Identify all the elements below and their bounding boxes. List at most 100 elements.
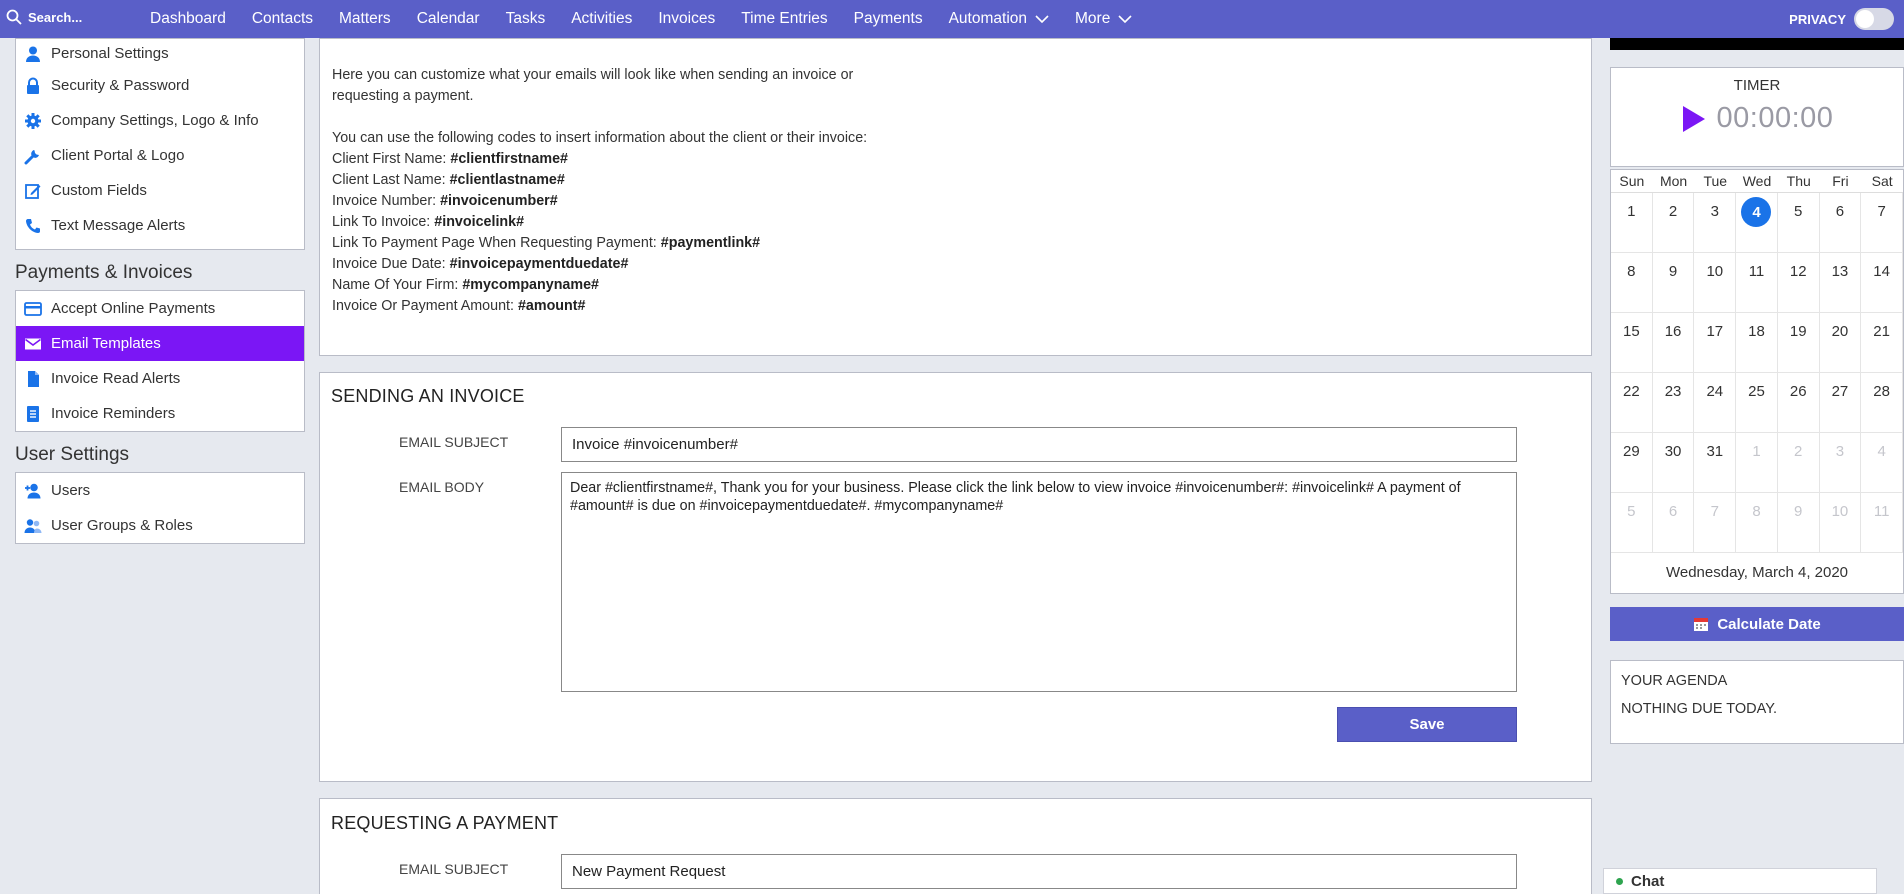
chat-label: Chat [1631,872,1665,890]
calendar-day[interactable]: 10 [1694,253,1737,313]
calendar-day[interactable]: 1 [1736,433,1778,493]
calendar-day[interactable]: 5 [1777,193,1820,253]
calendar-day[interactable]: 2 [1652,193,1695,253]
sidebar-item-users[interactable]: Users [16,473,304,508]
calendar-day-number: 19 [1789,323,1807,340]
weekday-label: Sun [1619,173,1645,189]
sidebar-item-email-templates[interactable]: Email Templates [16,326,304,361]
calendar-day-number: 15 [1623,323,1640,340]
play-icon[interactable] [1681,104,1707,134]
nav-invoices[interactable]: Invoices [658,10,715,28]
add-user-icon [25,483,41,498]
calendar-day[interactable]: 23 [1652,373,1695,433]
calendar-day[interactable]: 6 [1652,493,1695,553]
calendar-day[interactable]: 4 [1736,193,1778,253]
code-row: Client Last Name: #clientlastname# [332,170,1579,191]
calendar-day[interactable]: 13 [1819,253,1862,313]
sidebar-item-label: Email Templates [51,335,161,352]
calendar-day[interactable]: 21 [1861,313,1903,373]
user-settings-heading: User Settings [15,444,130,465]
weekday-label: Fri [1832,173,1849,189]
calendar-day[interactable]: 29 [1611,433,1653,493]
calendar-day[interactable]: 14 [1861,253,1903,313]
nav-automation[interactable]: Automation [949,10,1049,28]
calendar-day[interactable]: 11 [1736,253,1778,313]
calendar-day[interactable]: 19 [1777,313,1820,373]
code-list: Client First Name: #clientfirstname# Cli… [332,149,1579,317]
nav-payments[interactable]: Payments [854,10,923,28]
search-box[interactable]: Search... [6,9,82,25]
calendar-day[interactable]: 7 [1694,493,1737,553]
calendar-day[interactable]: 10 [1819,493,1862,553]
sidebar-item-invoice-read-alerts[interactable]: Invoice Read Alerts [16,361,304,396]
sidebar-item-invoice-reminders[interactable]: Invoice Reminders [16,396,304,431]
calendar-day[interactable]: 22 [1611,373,1653,433]
sidebar-item-personal-settings[interactable]: Personal Settings [16,39,304,68]
payment-email-subject-input[interactable]: New Payment Request [561,854,1517,889]
calendar-day[interactable]: 3 [1819,433,1862,493]
sidebar-item-custom-fields[interactable]: Custom Fields [16,173,304,208]
calendar-day[interactable]: 2 [1777,433,1820,493]
calendar-day[interactable]: 18 [1736,313,1778,373]
sidebar-item-client-portal[interactable]: Client Portal & Logo [16,138,304,173]
timer-widget: TIMER 00:00:00 [1610,67,1904,167]
calendar-day[interactable]: 8 [1736,493,1778,553]
calendar-day[interactable]: 31 [1694,433,1737,493]
chat-button[interactable]: Chat [1603,868,1877,894]
nav-activities[interactable]: Activities [571,10,632,28]
code-label: Invoice Or Payment Amount: [332,298,518,314]
calendar-day-number: 11 [1873,503,1890,520]
nav-matters[interactable]: Matters [339,10,391,28]
calculate-date-button[interactable]: Calculate Date [1610,607,1904,641]
calendar-day[interactable]: 5 [1611,493,1653,553]
nav-automation-label: Automation [948,10,1028,27]
privacy-toggle[interactable] [1854,8,1894,30]
calendar-day-number: 3 [1835,443,1845,460]
calendar-day[interactable]: 17 [1694,313,1737,373]
code-label: Link To Payment Page When Requesting Pay… [332,235,661,251]
calendar-day[interactable]: 9 [1777,493,1820,553]
calendar-day[interactable]: 4 [1861,433,1903,493]
calendar-day[interactable]: 12 [1777,253,1820,313]
calendar-day[interactable]: 30 [1652,433,1695,493]
calendar-day[interactable]: 16 [1652,313,1695,373]
invoice-email-subject-input[interactable]: Invoice #invoicenumber# [561,427,1517,462]
calendar-day-number: 6 [1668,503,1678,520]
calendar-day[interactable]: 11 [1861,493,1903,553]
calendar-day[interactable]: 1 [1611,193,1653,253]
calendar-day[interactable]: 24 [1694,373,1737,433]
sidebar-item-user-groups[interactable]: User Groups & Roles [16,508,304,543]
timer-label: TIMER [1733,77,1781,94]
calendar-day[interactable]: 27 [1819,373,1862,433]
code-row: Invoice Or Payment Amount: #amount# [332,296,1579,317]
sidebar-item-text-alerts[interactable]: Text Message Alerts [16,208,304,243]
calendar-day[interactable]: 3 [1694,193,1737,253]
nav-more[interactable]: More [1075,10,1132,28]
calendar-day[interactable]: 28 [1861,373,1903,433]
sidebar-item-accept-payments[interactable]: Accept Online Payments [16,291,304,326]
calendar-day[interactable]: 7 [1861,193,1903,253]
calendar-day-number: 2 [1668,203,1678,220]
invoice-email-body-textarea[interactable]: Dear #clientfirstname#, Thank you for yo… [561,472,1517,692]
calendar-day[interactable]: 8 [1611,253,1653,313]
code-value: #paymentlink# [660,235,761,251]
nav-time-entries[interactable]: Time Entries [741,10,827,28]
nav-calendar[interactable]: Calendar [417,10,480,28]
nav-contacts[interactable]: Contacts [252,10,313,28]
sidebar-item-company-settings[interactable]: Company Settings, Logo & Info [16,103,304,138]
calendar-day[interactable]: 9 [1652,253,1695,313]
calendar-day[interactable]: 26 [1777,373,1820,433]
nav-tasks[interactable]: Tasks [506,10,546,28]
intro-text: Here you can customize what your emails … [332,67,854,104]
calendar-day[interactable]: 25 [1736,373,1778,433]
calendar-day-number: 10 [1706,263,1724,280]
nav-dashboard[interactable]: Dashboard [150,10,226,28]
sidebar-item-security[interactable]: Security & Password [16,68,304,103]
save-button[interactable]: Save [1337,707,1517,742]
calendar-weekday-header: Sun Mon Tue Wed Thu Fri Sat [1611,170,1903,192]
calendar-day[interactable]: 6 [1819,193,1862,253]
right-column-top-bar [1610,38,1904,50]
calendar-day[interactable]: 20 [1819,313,1862,373]
calendar-day[interactable]: 15 [1611,313,1653,373]
mini-calendar: Sun Mon Tue Wed Thu Fri Sat 1 2 3 4 5 6 7 8 9 10 11 12 13 1… [1610,169,1904,594]
